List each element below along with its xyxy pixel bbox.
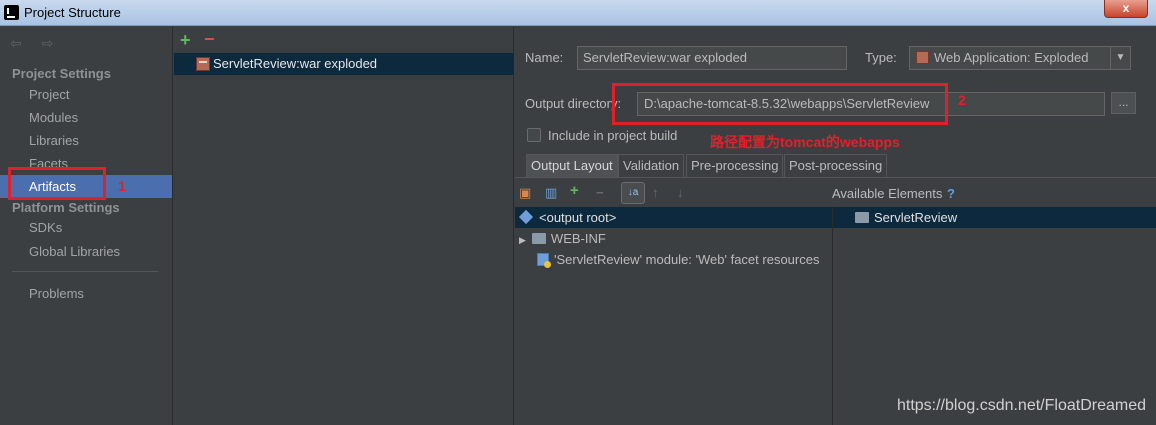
- close-button[interactable]: x: [1104, 0, 1148, 18]
- tab-post-processing[interactable]: Post-processing: [784, 154, 888, 177]
- help-icon[interactable]: ?: [947, 186, 955, 201]
- title-bar: Project Structure x: [0, 0, 1156, 26]
- tree-row-facet-resources[interactable]: 'ServletReview' module: 'Web' facet reso…: [515, 249, 832, 270]
- available-row-servletreview[interactable]: ServletReview: [833, 207, 1156, 228]
- annotation-box-output: [612, 83, 948, 125]
- include-build-checkbox[interactable]: [527, 128, 541, 142]
- available-row-label: ServletReview: [874, 210, 958, 225]
- watermark: https://blog.csdn.net/FloatDreamed: [896, 397, 1146, 414]
- section-project-settings: Project Settings: [12, 66, 111, 81]
- tab-pre-processing[interactable]: Pre-processing: [686, 154, 784, 177]
- add-artifact-button[interactable]: +: [180, 30, 191, 51]
- nav-item-modules[interactable]: Modules: [0, 106, 172, 129]
- type-select-value: Web Application: Exploded: [934, 50, 1089, 65]
- output-root-icon: [518, 209, 534, 225]
- chevron-down-icon[interactable]: ▼: [1110, 47, 1130, 69]
- add-element-icon[interactable]: +: [570, 182, 579, 199]
- include-build-label: Include in project build: [548, 128, 678, 143]
- nav-item-sdks[interactable]: SDKs: [0, 216, 172, 239]
- tab-divider: [515, 177, 1156, 178]
- available-elements-tree: ServletReview: [832, 207, 1156, 425]
- annotation-note: 路径配置为tomcat的webapps: [710, 134, 900, 150]
- name-field[interactable]: ServletReview:war exploded: [577, 46, 847, 70]
- tab-validation[interactable]: Validation: [618, 154, 685, 177]
- remove-artifact-button[interactable]: −: [204, 29, 215, 50]
- settings-nav: ⇦ ⇨ Project Settings Project Modules Lib…: [0, 27, 173, 425]
- web-facet-icon: [537, 253, 551, 268]
- folder-icon: [531, 233, 546, 244]
- tree-row-label: <output root>: [539, 210, 617, 225]
- war-artifact-icon: [196, 57, 210, 71]
- nav-item-global-libraries[interactable]: Global Libraries: [0, 240, 172, 263]
- annotation-box-artifacts: [8, 167, 106, 200]
- artifact-list-panel: + − ServletReview:war exploded: [174, 27, 514, 425]
- archive-icon[interactable]: ▥: [545, 185, 557, 201]
- nav-divider: [12, 271, 158, 272]
- annotation-mark-1: 1: [118, 178, 126, 194]
- sort-icon[interactable]: ↓a: [621, 182, 645, 204]
- nav-item-problems[interactable]: Problems: [0, 282, 172, 305]
- module-icon: [855, 212, 869, 223]
- artifact-item[interactable]: ServletReview:war exploded: [174, 53, 514, 75]
- browse-button[interactable]: ...: [1111, 92, 1136, 114]
- available-elements-label: Available Elements: [832, 186, 943, 201]
- web-app-icon: [916, 51, 929, 64]
- new-folder-icon[interactable]: ▣: [519, 185, 531, 201]
- type-select[interactable]: Web Application: Exploded ▼: [909, 46, 1131, 70]
- move-up-icon[interactable]: ↑: [652, 185, 659, 200]
- section-platform-settings: Platform Settings: [12, 200, 120, 215]
- name-label: Name:: [525, 50, 564, 65]
- type-label: Type:: [865, 50, 897, 65]
- output-directory-label: Output directory:: [525, 96, 622, 111]
- tree-row-label: 'ServletReview' module: 'Web' facet reso…: [554, 252, 820, 267]
- expand-arrow-icon[interactable]: ▶: [519, 235, 526, 245]
- tree-row-web-inf[interactable]: ▶ WEB-INF: [515, 228, 832, 249]
- annotation-mark-2: 2: [958, 92, 966, 108]
- tree-row-label: WEB-INF: [550, 231, 606, 246]
- window-title: Project Structure: [24, 5, 121, 20]
- move-down-icon[interactable]: ↓: [677, 185, 684, 200]
- tree-row-output-root[interactable]: <output root>: [515, 207, 832, 228]
- intellij-icon: [4, 5, 19, 20]
- nav-item-libraries[interactable]: Libraries: [0, 129, 172, 152]
- remove-element-icon[interactable]: −: [596, 185, 604, 200]
- layout-toolbar: ▣ ▥ + − ↓a ↑ ↓ Available Elements ?: [515, 179, 1156, 207]
- back-forward-icons[interactable]: ⇦ ⇨: [10, 35, 61, 52]
- nav-item-project[interactable]: Project: [0, 83, 172, 106]
- tab-output-layout[interactable]: Output Layout: [526, 154, 618, 177]
- output-layout-tree: <output root> ▶ WEB-INF 'ServletReview' m…: [515, 207, 832, 425]
